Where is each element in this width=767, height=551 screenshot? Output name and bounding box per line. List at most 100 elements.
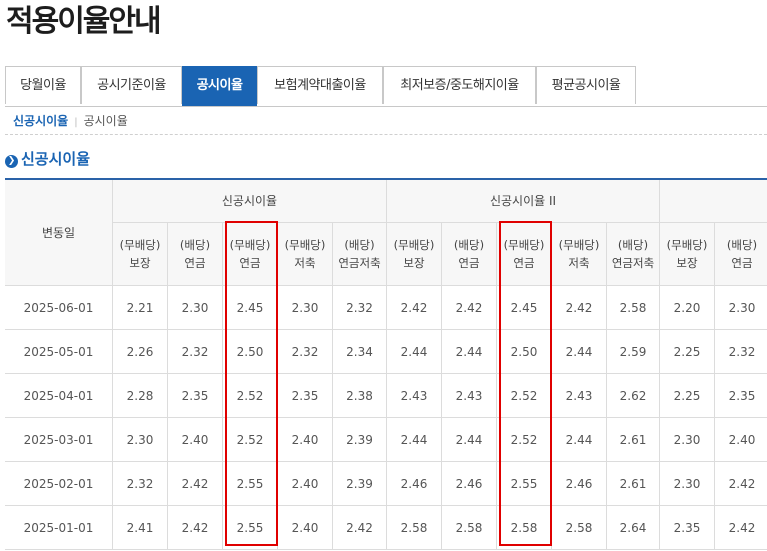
rate-cell: 2.44: [552, 418, 607, 462]
rate-cell: 2.46: [387, 462, 442, 506]
column-header: (배당) 연금저축: [607, 223, 660, 286]
rate-cell: 2.30: [113, 418, 168, 462]
row-date: 2025-01-01: [5, 506, 113, 550]
column-header: (무배당) 저축: [552, 223, 607, 286]
rate-cell: 2.52: [223, 374, 278, 418]
rate-cell: 2.26: [113, 330, 168, 374]
rate-cell: 2.41: [113, 506, 168, 550]
rate-cell: 2.30: [278, 286, 333, 330]
column-header: (배당) 연금: [168, 223, 223, 286]
rate-cell: 2.35: [168, 374, 223, 418]
rate-cell: 2.45: [223, 286, 278, 330]
divider: [5, 134, 767, 135]
tab-bar: 당월이율 공시기준이율 공시이율 보험계약대출이율 최저보증/중도해지이율 평균…: [5, 66, 767, 107]
subnav-other[interactable]: 공시이율: [84, 114, 128, 128]
rate-cell: 2.32: [715, 330, 767, 374]
rate-cell: 2.32: [278, 330, 333, 374]
tab-announced-rate[interactable]: 공시이율: [182, 66, 257, 106]
rate-cell: 2.25: [660, 374, 715, 418]
tab-standard-rate[interactable]: 공시기준이율: [81, 66, 182, 104]
column-header: (배당) 연금저축: [333, 223, 387, 286]
column-header: (무배당) 보장: [387, 223, 442, 286]
row-date: 2025-05-01: [5, 330, 113, 374]
rate-cell: 2.32: [333, 286, 387, 330]
rate-cell: 2.42: [387, 286, 442, 330]
row-date: 2025-04-01: [5, 374, 113, 418]
rate-cell: 2.43: [442, 374, 497, 418]
rate-cell: 2.42: [168, 506, 223, 550]
rate-cell: 2.52: [497, 418, 552, 462]
rate-cell: 2.44: [387, 418, 442, 462]
column-header: (무배당) 저축: [278, 223, 333, 286]
rate-cell: 2.46: [442, 462, 497, 506]
rate-cell: 2.20: [660, 286, 715, 330]
group-header: 신공시이율: [113, 180, 387, 223]
column-header: (무배당) 연금: [223, 223, 278, 286]
rate-cell: 2.40: [168, 418, 223, 462]
rate-cell: 2.55: [497, 462, 552, 506]
column-header: (배당) 연금: [715, 223, 767, 286]
rate-cell: 2.35: [715, 374, 767, 418]
column-header: (무배당) 보장: [660, 223, 715, 286]
rate-cell: 2.42: [168, 462, 223, 506]
rate-cell: 2.61: [607, 462, 660, 506]
rate-cell: 2.50: [497, 330, 552, 374]
column-header: (무배당) 보장: [113, 223, 168, 286]
rate-cell: 2.62: [607, 374, 660, 418]
rate-cell: 2.35: [278, 374, 333, 418]
rate-cell: 2.35: [660, 506, 715, 550]
tab-average-rate[interactable]: 평균공시이율: [536, 66, 636, 104]
row-date: 2025-02-01: [5, 462, 113, 506]
row-date: 2025-06-01: [5, 286, 113, 330]
rate-cell: 2.30: [715, 286, 767, 330]
rate-cell: 2.58: [387, 506, 442, 550]
sub-navigation: 신공시이율 | 공시이율: [13, 113, 128, 131]
group-header-partial: [660, 180, 767, 223]
rate-cell: 2.52: [497, 374, 552, 418]
rate-cell: 2.32: [113, 462, 168, 506]
rate-cell: 2.45: [497, 286, 552, 330]
rate-cell: 2.50: [223, 330, 278, 374]
rate-cell: 2.30: [660, 462, 715, 506]
rate-cell: 2.40: [278, 506, 333, 550]
rate-table: 변동일 신공시이율 신공시이율 II (무배당) 보장 (배당) 연금 (무배당) 연금 (무배당…: [5, 178, 767, 551]
date-column-header: 변동일: [5, 180, 113, 286]
rate-cell: 2.42: [442, 286, 497, 330]
rate-cell: 2.25: [660, 330, 715, 374]
rate-cell: 2.55: [223, 462, 278, 506]
rate-cell: 2.55: [223, 506, 278, 550]
chevron-right-icon: ❯: [5, 155, 18, 168]
rate-cell: 2.40: [278, 462, 333, 506]
rate-cell: 2.42: [715, 462, 767, 506]
rate-cell: 2.43: [552, 374, 607, 418]
rate-cell: 2.30: [660, 418, 715, 462]
tab-policy-loan-rate[interactable]: 보험계약대출이율: [257, 66, 383, 104]
rate-cell: 2.40: [278, 418, 333, 462]
column-header: (무배당) 연금: [497, 223, 552, 286]
rate-cell: 2.58: [607, 286, 660, 330]
rate-cell: 2.43: [387, 374, 442, 418]
section-title-text: 신공시이율: [21, 150, 91, 168]
rate-cell: 2.59: [607, 330, 660, 374]
rate-cell: 2.61: [607, 418, 660, 462]
subnav-separator: |: [74, 117, 78, 128]
rate-cell: 2.64: [607, 506, 660, 550]
rate-cell: 2.32: [168, 330, 223, 374]
rate-cell: 2.39: [333, 418, 387, 462]
page-title: 적용이율안내: [6, 4, 162, 39]
rate-cell: 2.42: [552, 286, 607, 330]
column-header: (배당) 연금: [442, 223, 497, 286]
tab-monthly-rate[interactable]: 당월이율: [5, 66, 81, 104]
rate-cell: 2.30: [168, 286, 223, 330]
rate-cell: 2.40: [715, 418, 767, 462]
subnav-current[interactable]: 신공시이율: [13, 114, 68, 128]
rate-cell: 2.38: [333, 374, 387, 418]
rate-cell: 2.58: [497, 506, 552, 550]
tab-minimum-guarantee-rate[interactable]: 최저보증/중도해지이율: [383, 66, 536, 104]
rate-cell: 2.39: [333, 462, 387, 506]
rate-cell: 2.46: [552, 462, 607, 506]
rate-cell: 2.42: [333, 506, 387, 550]
rate-cell: 2.44: [442, 330, 497, 374]
rate-cell: 2.34: [333, 330, 387, 374]
rate-cell: 2.58: [552, 506, 607, 550]
